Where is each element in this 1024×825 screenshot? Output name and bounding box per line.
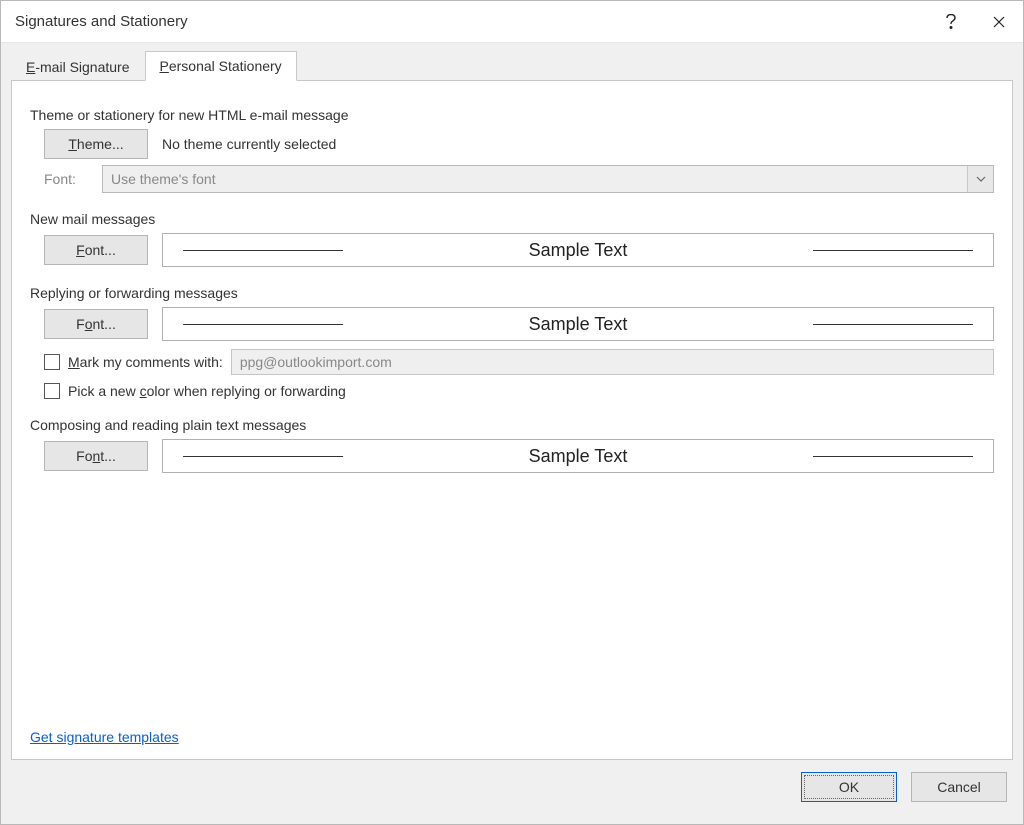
- get-signature-templates-link[interactable]: Get signature templates: [30, 729, 179, 745]
- new-mail-font-button[interactable]: Font...: [44, 235, 148, 265]
- mark-comments-label: Mark my comments with:: [68, 354, 223, 370]
- button-label: Font...: [76, 448, 116, 464]
- tab-email-signature[interactable]: E-mail Signature: [11, 52, 145, 81]
- section-plain-text-label: Composing and reading plain text message…: [30, 417, 994, 433]
- mark-comments-checkbox[interactable]: [44, 354, 60, 370]
- ok-button[interactable]: OK: [801, 772, 897, 802]
- chevron-down-icon: [967, 166, 993, 192]
- sample-underline-left: [183, 456, 343, 457]
- dialog-body: E-mail Signature Personal Stationery The…: [1, 43, 1023, 824]
- button-label: OK: [839, 779, 859, 795]
- mark-comments-field[interactable]: ppg@outlookimport.com: [231, 349, 994, 375]
- sample-text: Sample Text: [529, 240, 628, 261]
- dialog-footer: OK Cancel: [11, 760, 1013, 814]
- window-title: Signatures and Stationery: [15, 13, 927, 30]
- tab-page-personal-stationery: Theme or stationery for new HTML e-mail …: [11, 80, 1013, 760]
- tab-label: E-mail Signature: [26, 59, 130, 75]
- sample-underline-left: [183, 324, 343, 325]
- cancel-button[interactable]: Cancel: [911, 772, 1007, 802]
- reply-fwd-sample-box: Sample Text: [162, 307, 994, 341]
- plain-text-sample-box: Sample Text: [162, 439, 994, 473]
- button-label: Font...: [76, 316, 116, 332]
- new-mail-sample-box: Sample Text: [162, 233, 994, 267]
- help-button[interactable]: [927, 1, 975, 43]
- dialog-window: Signatures and Stationery E-mail Signatu…: [0, 0, 1024, 825]
- sample-underline-right: [813, 250, 973, 251]
- section-theme-label: Theme or stationery for new HTML e-mail …: [30, 107, 994, 123]
- pick-color-label: Pick a new color when replying or forwar…: [68, 383, 346, 399]
- tab-label: Personal Stationery: [160, 58, 282, 74]
- tab-strip: E-mail Signature Personal Stationery: [11, 43, 1013, 81]
- close-button[interactable]: [975, 1, 1023, 43]
- theme-status-text: No theme currently selected: [162, 136, 336, 152]
- plain-text-font-button[interactable]: Font...: [44, 441, 148, 471]
- section-new-mail-label: New mail messages: [30, 211, 994, 227]
- theme-font-dropdown[interactable]: Use theme's font: [102, 165, 994, 193]
- pick-color-checkbox[interactable]: [44, 383, 60, 399]
- dropdown-value: Use theme's font: [111, 171, 216, 187]
- reply-fwd-font-button[interactable]: Font...: [44, 309, 148, 339]
- button-label: Font...: [76, 242, 116, 258]
- sample-text: Sample Text: [529, 314, 628, 335]
- tab-personal-stationery[interactable]: Personal Stationery: [145, 51, 297, 81]
- sample-text: Sample Text: [529, 446, 628, 467]
- section-reply-fwd-label: Replying or forwarding messages: [30, 285, 994, 301]
- field-value: ppg@outlookimport.com: [240, 354, 392, 370]
- button-label: Cancel: [937, 779, 981, 795]
- sample-underline-left: [183, 250, 343, 251]
- theme-button[interactable]: Theme...: [44, 129, 148, 159]
- sample-underline-right: [813, 456, 973, 457]
- sample-underline-right: [813, 324, 973, 325]
- button-label: Theme...: [68, 136, 123, 152]
- font-label: Font:: [44, 171, 84, 187]
- title-bar: Signatures and Stationery: [1, 1, 1023, 43]
